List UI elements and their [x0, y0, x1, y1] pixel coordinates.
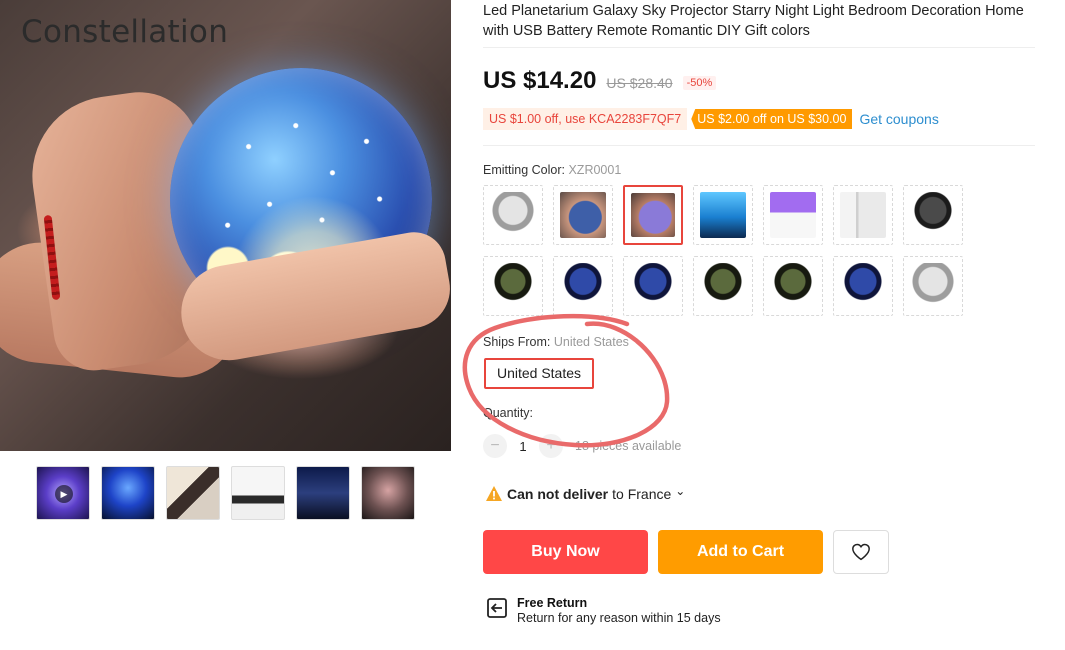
- deliver-destination-link[interactable]: to France: [612, 486, 671, 502]
- image-brand-text: Constellation: [21, 14, 229, 50]
- quantity-value[interactable]: 1: [507, 439, 539, 454]
- color-swatch[interactable]: [903, 256, 963, 316]
- color-swatch-row-1: [483, 185, 963, 245]
- thumbnail-image[interactable]: [361, 466, 415, 520]
- thumbnail-image[interactable]: [101, 466, 155, 520]
- discount-badge: -50%: [682, 76, 717, 90]
- quantity-increase-button[interactable]: +: [539, 434, 563, 458]
- color-swatch[interactable]: [833, 185, 893, 245]
- divider: [483, 145, 1035, 146]
- return-icon: [487, 598, 507, 618]
- play-icon[interactable]: ▶: [55, 485, 73, 503]
- color-swatch[interactable]: [483, 185, 543, 245]
- color-swatch[interactable]: [553, 256, 613, 316]
- color-swatch[interactable]: [903, 185, 963, 245]
- get-coupons-link[interactable]: Get coupons: [859, 111, 938, 127]
- chevron-down-icon[interactable]: ⌄: [675, 484, 685, 498]
- thumbnail-image[interactable]: [166, 466, 220, 520]
- free-return-subtitle: Return for any reason within 15 days: [517, 611, 721, 625]
- selected-color-value: XZR0001: [568, 163, 622, 177]
- color-swatch[interactable]: [763, 185, 823, 245]
- quantity-stepper: − 1 + 18 pieces available: [483, 434, 681, 458]
- add-to-cart-button[interactable]: Add to Cart: [658, 530, 823, 574]
- available-stock-text: 18 pieces available: [575, 439, 682, 453]
- color-swatch[interactable]: [833, 256, 893, 316]
- delivery-warning: Can not deliver to France ⌄: [485, 484, 685, 502]
- heart-icon: [852, 543, 870, 561]
- color-swatch[interactable]: [623, 256, 683, 316]
- ships-from-label-text: Ships From:: [483, 335, 551, 349]
- color-swatch[interactable]: [693, 256, 753, 316]
- quantity-decrease-button[interactable]: −: [483, 434, 507, 458]
- warning-icon: [486, 486, 502, 501]
- color-swatch[interactable]: [483, 256, 543, 316]
- coupon-code-badge[interactable]: US $1.00 off, use KCA2283F7QF7: [483, 108, 688, 130]
- store-coupon-badge[interactable]: US $2.00 off on US $30.00: [691, 109, 853, 129]
- emitting-color-label: Emitting Color: XZR0001: [483, 163, 621, 177]
- cannot-deliver-text: Can not deliver: [507, 485, 609, 502]
- ships-from-value: United States: [553, 335, 629, 349]
- divider: [483, 47, 1035, 48]
- product-title: Led Planetarium Galaxy Sky Projector Sta…: [483, 3, 1024, 39]
- free-return-info: Free Return Return for any reason within…: [485, 596, 721, 625]
- ships-from-label: Ships From: United States: [483, 335, 629, 349]
- wishlist-button[interactable]: [833, 530, 889, 574]
- color-swatch[interactable]: [693, 185, 753, 245]
- emitting-color-label-text: Emitting Color:: [483, 163, 565, 177]
- price-row: US $14.20 US $28.40 -50%: [483, 67, 717, 95]
- main-product-image[interactable]: Constellation: [0, 0, 451, 451]
- quantity-label: Quantity:: [483, 406, 534, 420]
- thumbnail-image[interactable]: [231, 466, 285, 520]
- color-swatch-row-2: [483, 256, 963, 316]
- free-return-title: Free Return: [517, 596, 588, 610]
- buy-now-button[interactable]: Buy Now: [483, 530, 648, 574]
- ship-from-option-button[interactable]: United States: [484, 358, 594, 389]
- thumbnail-image[interactable]: [296, 466, 350, 520]
- color-swatch-selected[interactable]: [623, 185, 683, 245]
- original-price: US $28.40: [606, 75, 673, 91]
- color-swatch[interactable]: [553, 185, 613, 245]
- thumbnail-strip: ▶: [36, 466, 415, 520]
- coupon-row: US $1.00 off, use KCA2283F7QF7 US $2.00 …: [483, 108, 939, 130]
- color-swatch[interactable]: [763, 256, 823, 316]
- thumbnail-video[interactable]: ▶: [36, 466, 90, 520]
- current-price: US $14.20: [483, 67, 597, 94]
